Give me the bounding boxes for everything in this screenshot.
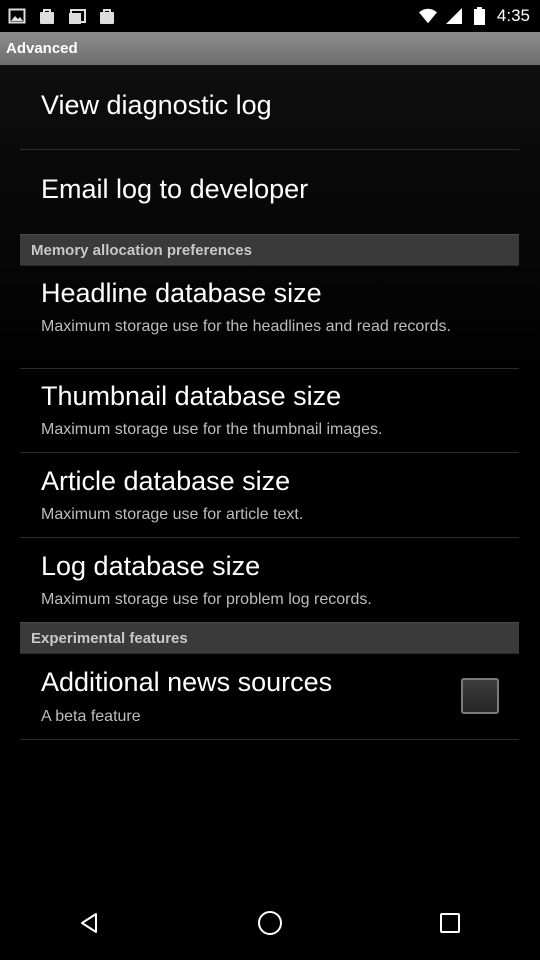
log-database-size-item[interactable]: Log database size Maximum storage use fo… [20,538,520,622]
item-title: Headline database size [41,278,322,308]
bag-icon [98,7,116,25]
additional-news-sources-checkbox[interactable] [461,678,499,714]
recents-icon [439,912,461,939]
item-title: View diagnostic log [41,90,272,120]
wifi-icon [418,7,437,25]
item-title: Additional news sources [41,667,333,697]
battery-icon [471,7,489,25]
divider [20,739,519,740]
article-database-size-item[interactable]: Article database size Maximum storage us… [20,453,520,536]
home-icon [257,910,283,941]
headline-database-size-item[interactable]: Headline database size Maximum storage u… [20,266,520,367]
thumbnail-database-size-item[interactable]: Thumbnail database size Maximum storage … [20,369,520,452]
navigation-bar [0,890,540,960]
item-summary: A beta feature [41,708,141,725]
item-summary: Maximum storage use for the thumbnail im… [41,421,383,438]
image-icon [8,7,26,25]
item-title: Email log to developer [41,174,309,204]
item-title: Thumbnail database size [41,381,342,411]
home-button[interactable] [240,895,300,955]
item-summary: Maximum storage use for problem log reco… [41,591,372,608]
section-title: Experimental features [31,629,188,647]
item-title: Article database size [41,466,291,496]
bag-icon [38,7,56,25]
page-title: Advanced [6,40,78,57]
recents-button[interactable] [420,895,480,955]
item-title: Log database size [41,551,261,581]
photos-icon [68,7,86,25]
section-title: Memory allocation preferences [31,241,252,259]
status-time: 4:35 [496,6,530,25]
back-icon [79,912,101,939]
section-header-memory: Memory allocation preferences [20,234,519,266]
title-bar: Advanced [0,32,540,65]
section-header-experimental: Experimental features [20,622,519,654]
signal-icon [445,7,463,25]
status-bar: 4:35 [0,0,540,32]
back-button[interactable] [60,895,120,955]
item-summary: Maximum storage use for article text. [41,506,304,523]
view-diagnostic-log-item[interactable]: View diagnostic log [20,80,520,148]
item-summary: Maximum storage use for the headlines an… [41,318,451,335]
email-log-item[interactable]: Email log to developer [20,150,520,233]
additional-news-sources-item[interactable]: Additional news sources A beta feature [20,655,520,739]
